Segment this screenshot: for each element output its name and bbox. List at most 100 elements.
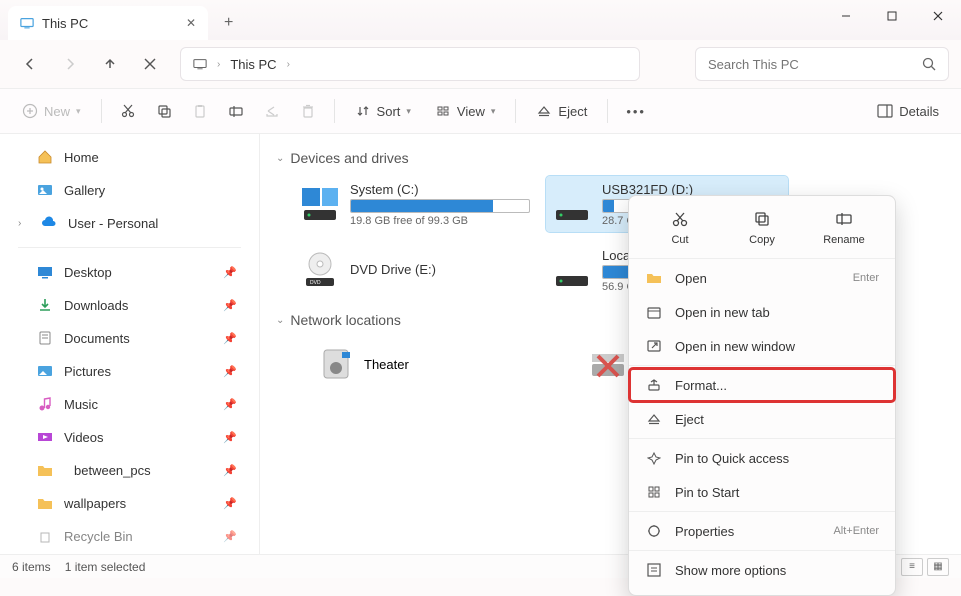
drive-name: System (C:) — [350, 182, 530, 197]
view-grid-button[interactable]: ▦ — [927, 558, 949, 576]
add-tab-button[interactable]: + — [216, 10, 241, 36]
ctx-rename[interactable]: Rename — [814, 208, 874, 246]
network-item-theater[interactable]: Theater — [312, 338, 554, 390]
view-button[interactable]: View▾ — [425, 94, 505, 128]
new-tab-icon — [645, 303, 663, 321]
up-button[interactable] — [92, 46, 128, 82]
ctx-label: Cut — [671, 234, 688, 246]
ctx-item-label: Properties — [675, 524, 734, 539]
chevron-right-icon[interactable]: › — [287, 59, 290, 70]
videos-icon — [36, 428, 54, 446]
sidebar-item-pictures[interactable]: Pictures📌 — [6, 355, 253, 387]
rename-button[interactable] — [220, 94, 252, 128]
eject-button[interactable]: Eject — [526, 94, 597, 128]
context-menu: Cut Copy Rename OpenEnter Open in new ta… — [628, 195, 896, 596]
documents-icon — [36, 329, 54, 347]
sidebar-item-recyclebin[interactable]: Recycle Bin 📌 — [6, 520, 253, 552]
section-devices[interactable]: ⌄Devices and drives — [276, 150, 945, 166]
ctx-shortcut: Enter — [853, 272, 879, 284]
sidebar-label: Documents — [64, 331, 130, 346]
plus-circle-icon — [22, 103, 38, 119]
desktop-icon — [36, 263, 54, 281]
ctx-properties[interactable]: PropertiesAlt+Enter — [629, 514, 895, 548]
ctx-more-options[interactable]: Show more options — [629, 553, 895, 587]
more-button[interactable]: ••• — [618, 94, 654, 128]
sort-icon — [355, 103, 371, 119]
pin-icon: 📌 — [223, 530, 237, 543]
pin-icon: 📌 — [223, 431, 237, 444]
ctx-item-label: Open in new tab — [675, 305, 770, 320]
sidebar-item-folder[interactable]: between_pcs📌 — [6, 454, 253, 486]
ctx-eject[interactable]: Eject — [629, 402, 895, 436]
sidebar-item-desktop[interactable]: Desktop📌 — [6, 256, 253, 288]
tab-this-pc[interactable]: This PC ✕ — [8, 6, 208, 40]
chevron-down-icon: ▾ — [491, 106, 496, 117]
ctx-pin-quick[interactable]: Pin to Quick access — [629, 441, 895, 475]
delete-button[interactable] — [292, 94, 324, 128]
chevron-right-icon[interactable]: › — [18, 218, 30, 229]
separator — [629, 438, 895, 439]
window-controls — [823, 0, 961, 32]
ctx-cut[interactable]: Cut — [650, 208, 710, 246]
sidebar-label: Recycle Bin — [64, 529, 133, 544]
media-device-icon — [318, 344, 354, 384]
ctx-format[interactable]: Format... — [629, 368, 895, 402]
sort-button[interactable]: Sort▾ — [345, 94, 421, 128]
paste-button[interactable] — [184, 94, 216, 128]
address-bar[interactable]: › This PC › — [180, 47, 640, 81]
back-button[interactable] — [12, 46, 48, 82]
drive-system-c[interactable]: System (C:) 19.8 GB free of 99.3 GB — [294, 176, 536, 232]
sidebar-item-home[interactable]: Home — [6, 141, 253, 173]
sidebar-label: Home — [64, 150, 99, 165]
ctx-open-new-window[interactable]: Open in new window — [629, 329, 895, 363]
cut-button[interactable] — [112, 94, 144, 128]
sidebar-item-videos[interactable]: Videos 📌 — [6, 421, 253, 453]
drive-dvd-e[interactable]: DVD DVD Drive (E:) — [294, 242, 536, 298]
sidebar-item-folder[interactable]: wallpapers📌 — [6, 487, 253, 519]
minimize-button[interactable] — [823, 0, 869, 32]
pc-icon — [20, 16, 34, 30]
ctx-copy[interactable]: Copy — [732, 208, 792, 246]
sidebar-label: Downloads — [64, 298, 128, 313]
details-label: Details — [899, 104, 939, 119]
pin-icon: 📌 — [223, 464, 237, 477]
rename-icon — [833, 208, 855, 230]
cut-icon — [120, 103, 136, 119]
ctx-open-new-tab[interactable]: Open in new tab — [629, 295, 895, 329]
eject-icon — [645, 410, 663, 428]
ctx-pin-start[interactable]: Pin to Start — [629, 475, 895, 509]
titlebar: This PC ✕ + — [0, 0, 961, 40]
close-window-button[interactable] — [915, 0, 961, 32]
paste-icon — [192, 103, 208, 119]
ctx-open[interactable]: OpenEnter — [629, 261, 895, 295]
tab-close-icon[interactable]: ✕ — [186, 16, 196, 30]
sidebar: Home Gallery ›User - Personal Desktop📌 D… — [0, 134, 260, 554]
forward-button[interactable] — [52, 46, 88, 82]
ellipsis-icon: ••• — [626, 104, 646, 119]
maximize-button[interactable] — [869, 0, 915, 32]
sidebar-item-onedrive[interactable]: ›User - Personal — [6, 207, 253, 239]
pin-icon: 📌 — [223, 266, 237, 279]
tab-title: This PC — [42, 16, 88, 31]
sidebar-label: Videos — [64, 430, 104, 445]
search-box[interactable] — [695, 47, 949, 81]
separator — [515, 99, 516, 123]
share-icon — [264, 103, 280, 119]
search-input[interactable] — [708, 57, 922, 72]
details-button[interactable]: Details — [867, 94, 949, 128]
sidebar-item-downloads[interactable]: Downloads📌 — [6, 289, 253, 321]
copy-button[interactable] — [148, 94, 180, 128]
recycle-icon — [36, 527, 54, 545]
sidebar-item-documents[interactable]: Documents📌 — [6, 322, 253, 354]
folder-open-icon — [645, 269, 663, 287]
sidebar-item-music[interactable]: Music📌 — [6, 388, 253, 420]
new-button[interactable]: New ▾ — [12, 94, 91, 128]
view-list-button[interactable]: ≡ — [901, 558, 923, 576]
refresh-button[interactable] — [132, 46, 168, 82]
chevron-down-icon: ▾ — [406, 106, 411, 117]
downloads-icon — [36, 296, 54, 314]
network-name: Theater — [364, 357, 409, 372]
share-button[interactable] — [256, 94, 288, 128]
breadcrumb[interactable]: This PC — [230, 57, 276, 72]
sidebar-item-gallery[interactable]: Gallery — [6, 174, 253, 206]
